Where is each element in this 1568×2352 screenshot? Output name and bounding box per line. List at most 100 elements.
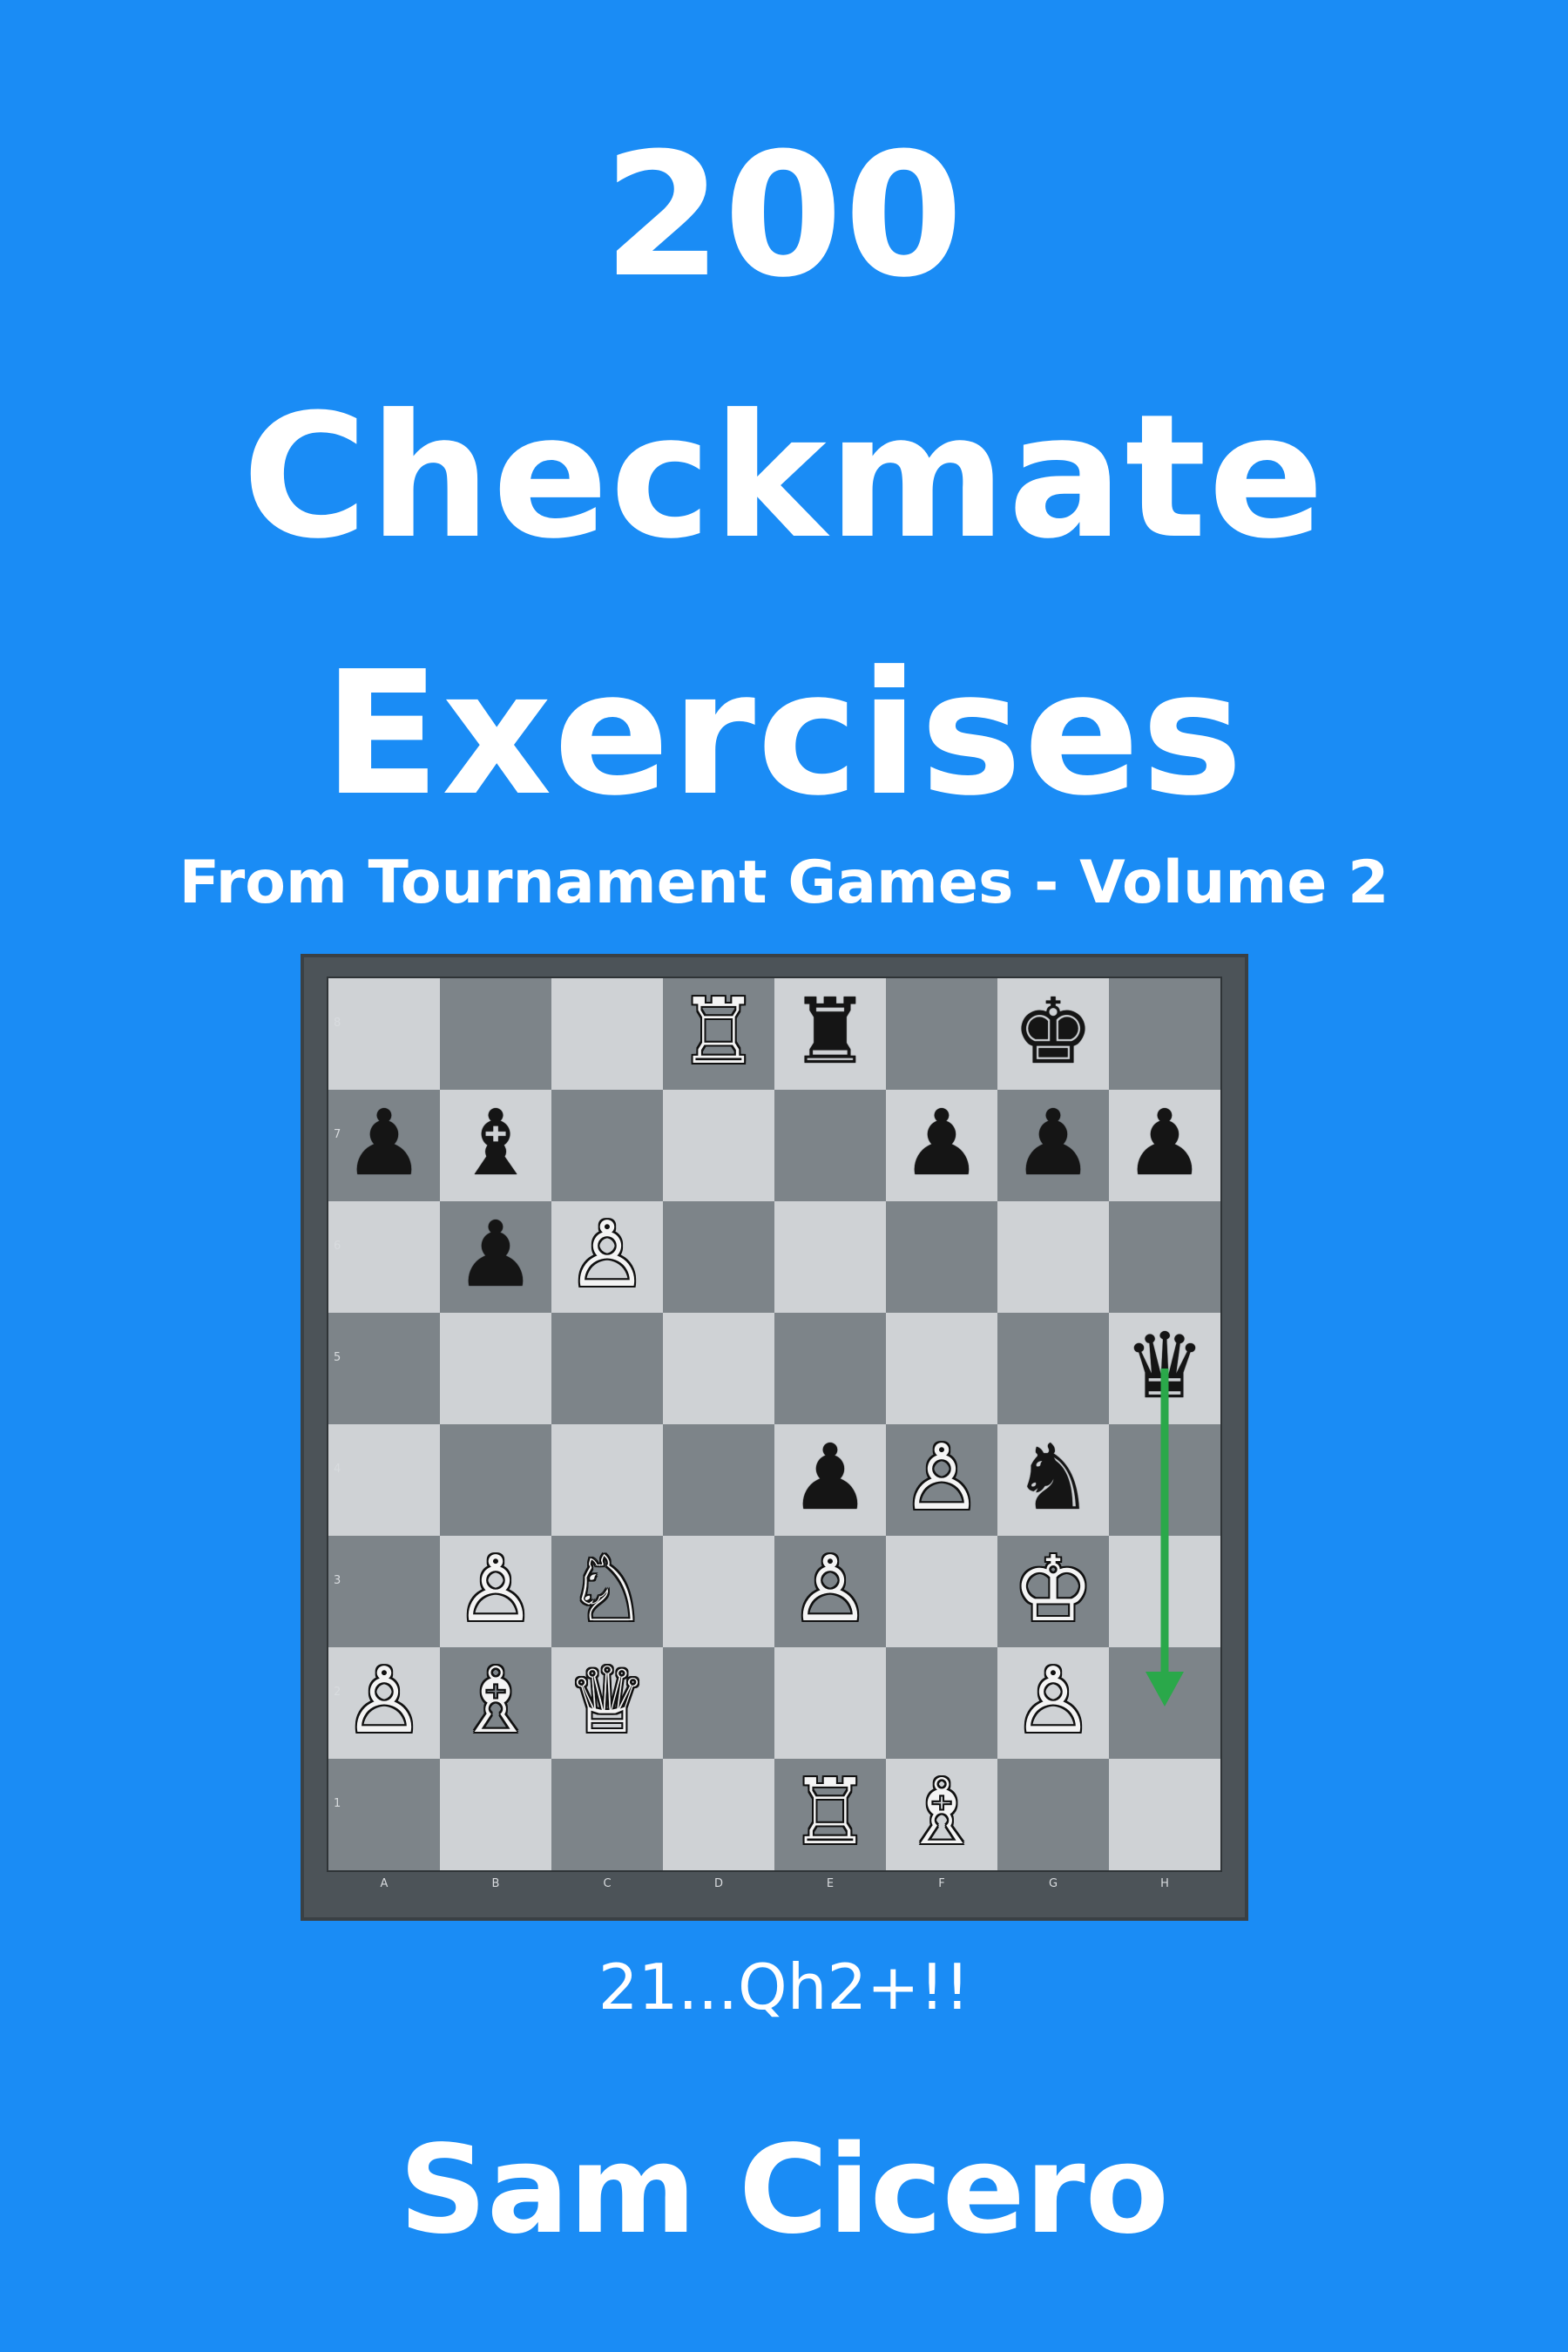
- square-a7: 7 ♟: [328, 1090, 440, 1201]
- square-d1: [663, 1759, 774, 1870]
- file-label: A: [380, 1877, 389, 1890]
- square-h3: [1109, 1536, 1220, 1647]
- white-pawn-icon: ♙: [566, 1201, 648, 1308]
- square-b3: ♙: [440, 1536, 551, 1647]
- square-c6: ♙: [551, 1201, 663, 1313]
- white-pawn-icon: ♙: [901, 1424, 983, 1531]
- square-g7: ♟: [997, 1090, 1109, 1201]
- square-b6: ♟: [440, 1201, 551, 1313]
- black-pawn-icon: ♟: [1124, 1090, 1206, 1196]
- square-h5: ♛: [1109, 1313, 1220, 1424]
- square-b5: [440, 1313, 551, 1424]
- square-e7: [774, 1090, 886, 1201]
- square-c5: [551, 1313, 663, 1424]
- square-f7: ♟: [886, 1090, 997, 1201]
- author-name: Sam Cicero: [399, 2119, 1169, 2261]
- black-pawn-icon: ♟: [455, 1201, 537, 1308]
- file-label: H: [1160, 1877, 1169, 1890]
- white-rook-icon: ♖: [678, 978, 760, 1085]
- square-b1: [440, 1759, 551, 1870]
- white-pawn-icon: ♙: [1012, 1647, 1094, 1754]
- square-c1: [551, 1759, 663, 1870]
- white-bishop-icon: ♗: [901, 1759, 983, 1865]
- rank-label: 6: [334, 1240, 341, 1253]
- square-e4: ♟: [774, 1424, 886, 1536]
- rank-label: 3: [334, 1574, 341, 1587]
- black-queen-icon: ♛: [1124, 1313, 1206, 1419]
- square-a8: 8: [328, 978, 440, 1090]
- square-c7: [551, 1090, 663, 1201]
- title-line-1: 200: [603, 117, 965, 315]
- white-pawn-icon: ♙: [455, 1536, 537, 1642]
- chess-board-frame: 8 ♖ ♜ ♚ 7 ♟ ♝ ♟ ♟ ♟ 6 ♟ ♙ 5 ♛ 4 ♟ ♙ ♞ 3 ♙ ♘ ♙ ♔ 2 ♙ ♗ ♕ ♙ 1 ♖ ♗ ABCDEFG…: [301, 954, 1248, 1921]
- file-label: C: [603, 1877, 612, 1890]
- square-a1: 1: [328, 1759, 440, 1870]
- square-d2: [663, 1647, 774, 1759]
- white-queen-icon: ♕: [566, 1647, 648, 1754]
- square-h1: [1109, 1759, 1220, 1870]
- square-b2: ♗: [440, 1647, 551, 1759]
- file-label: B: [491, 1877, 500, 1890]
- square-g1: [997, 1759, 1109, 1870]
- square-f3: [886, 1536, 997, 1647]
- rank-label: 8: [334, 1017, 341, 1030]
- file-label: G: [1048, 1877, 1058, 1890]
- square-e3: ♙: [774, 1536, 886, 1647]
- square-h6: [1109, 1201, 1220, 1313]
- black-pawn-icon: ♟: [901, 1090, 983, 1196]
- black-rook-icon: ♜: [789, 978, 871, 1085]
- square-d6: [663, 1201, 774, 1313]
- square-f4: ♙: [886, 1424, 997, 1536]
- square-a3: 3: [328, 1536, 440, 1647]
- title-line-3: Exercises: [323, 635, 1245, 834]
- square-e1: ♖: [774, 1759, 886, 1870]
- square-g6: [997, 1201, 1109, 1313]
- black-pawn-icon: ♟: [1012, 1090, 1094, 1196]
- square-a6: 6: [328, 1201, 440, 1313]
- square-d7: [663, 1090, 774, 1201]
- square-d3: [663, 1536, 774, 1647]
- square-e5: [774, 1313, 886, 1424]
- square-f2: [886, 1647, 997, 1759]
- square-b7: ♝: [440, 1090, 551, 1201]
- square-e8: ♜: [774, 978, 886, 1090]
- title-line-2: Checkmate: [242, 378, 1326, 577]
- square-c2: ♕: [551, 1647, 663, 1759]
- move-caption: 21...Qh2+!!: [598, 1950, 970, 2024]
- square-f6: [886, 1201, 997, 1313]
- file-label: D: [713, 1877, 723, 1890]
- square-g3: ♔: [997, 1536, 1109, 1647]
- square-e6: [774, 1201, 886, 1313]
- square-g5: [997, 1313, 1109, 1424]
- white-king-icon: ♔: [1012, 1536, 1094, 1642]
- square-h7: ♟: [1109, 1090, 1220, 1201]
- square-h2: [1109, 1647, 1220, 1759]
- subtitle: From Tournament Games - Volume 2: [179, 848, 1389, 917]
- square-f5: [886, 1313, 997, 1424]
- square-g8: ♚: [997, 978, 1109, 1090]
- rank-label: 5: [334, 1351, 341, 1364]
- file-label: E: [826, 1877, 835, 1890]
- white-pawn-icon: ♙: [343, 1647, 425, 1754]
- white-bishop-icon: ♗: [455, 1647, 537, 1754]
- white-rook-icon: ♖: [789, 1759, 871, 1865]
- black-bishop-icon: ♝: [455, 1090, 537, 1196]
- square-f1: ♗: [886, 1759, 997, 1870]
- square-a2: 2 ♙: [328, 1647, 440, 1759]
- square-b8: [440, 978, 551, 1090]
- black-pawn-icon: ♟: [343, 1090, 425, 1196]
- square-c3: ♘: [551, 1536, 663, 1647]
- square-c4: [551, 1424, 663, 1536]
- chess-board: 8 ♖ ♜ ♚ 7 ♟ ♝ ♟ ♟ ♟ 6 ♟ ♙ 5 ♛ 4 ♟ ♙ ♞ 3 ♙ ♘ ♙ ♔ 2 ♙ ♗ ♕ ♙ 1 ♖ ♗: [328, 978, 1220, 1870]
- square-a5: 5: [328, 1313, 440, 1424]
- file-label: F: [938, 1877, 945, 1890]
- rank-label: 2: [334, 1686, 341, 1699]
- square-g2: ♙: [997, 1647, 1109, 1759]
- square-c8: [551, 978, 663, 1090]
- rank-label: 7: [334, 1128, 341, 1141]
- square-a4: 4: [328, 1424, 440, 1536]
- square-f8: [886, 978, 997, 1090]
- square-e2: [774, 1647, 886, 1759]
- square-d8: ♖: [663, 978, 774, 1090]
- rank-label: 1: [334, 1797, 341, 1810]
